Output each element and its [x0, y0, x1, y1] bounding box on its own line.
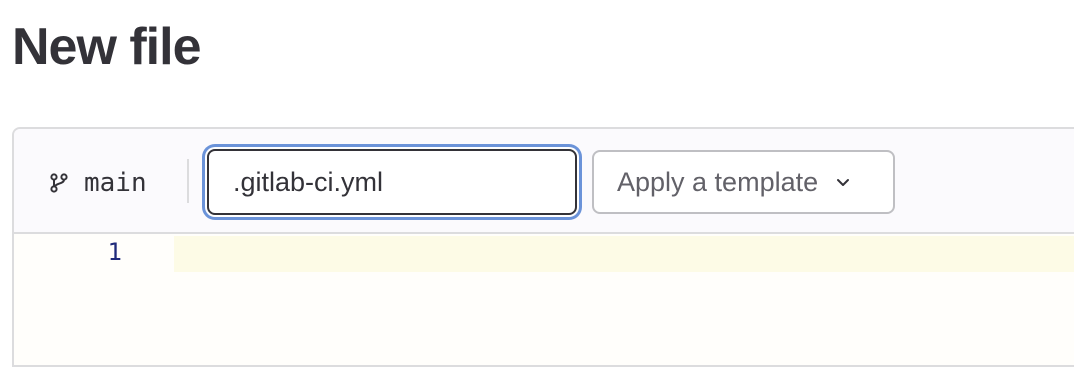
branch-icon [48, 172, 70, 194]
editor-toolbar: main Apply a template [14, 129, 1074, 234]
active-editor-line[interactable] [174, 236, 1074, 272]
code-editor[interactable]: 1 [14, 234, 1074, 365]
line-number: 1 [107, 238, 122, 266]
file-editor-card: main Apply a template 1 [12, 127, 1074, 367]
branch-name: main [84, 168, 147, 198]
chevron-down-icon [834, 173, 852, 191]
apply-template-label: Apply a template [617, 166, 819, 197]
toolbar-divider [187, 159, 189, 203]
page-title: New file [12, 18, 201, 76]
branch-indicator: main [48, 165, 147, 201]
file-name-input[interactable] [207, 149, 577, 215]
apply-template-dropdown[interactable]: Apply a template [592, 150, 895, 214]
line-gutter: 1 [14, 236, 174, 272]
